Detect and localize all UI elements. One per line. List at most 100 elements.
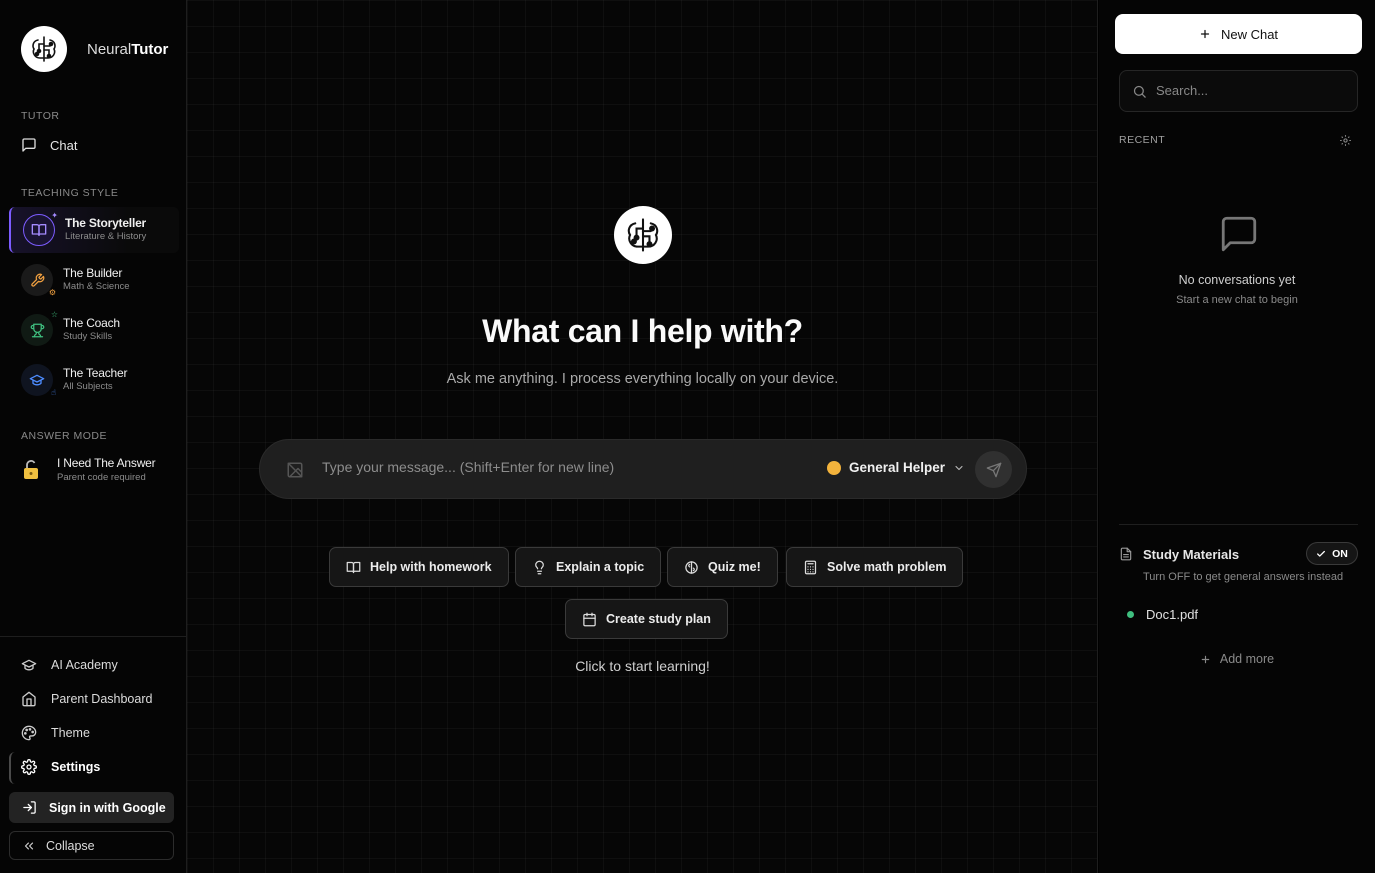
send-button[interactable] (975, 451, 1012, 488)
main-area: What can I help with? Ask me anything. I… (187, 0, 1098, 873)
log-in-icon (23, 801, 36, 814)
search-box (1119, 70, 1358, 112)
study-materials-title: Study Materials (1119, 546, 1239, 562)
recent-label: RECENT (1119, 134, 1166, 146)
sidebar-item-label: Parent Dashboard (51, 692, 153, 706)
message-square-icon (1221, 216, 1257, 252)
add-more-button[interactable]: Add more (1099, 652, 1375, 666)
gear-icon (21, 759, 37, 775)
brand[interactable]: NeuralTutor (21, 26, 168, 72)
message-composer: General Helper (259, 439, 1027, 499)
left-sidebar: NeuralTutor TUTOR Chat TEACHING STYLE ✦ … (0, 0, 187, 873)
plus-icon (1200, 29, 1210, 39)
calendar-icon (583, 612, 596, 626)
style-subtitle: Literature & History (65, 231, 147, 243)
unlock-icon (24, 460, 38, 480)
helper-select-value: General Helper (849, 460, 946, 475)
page-title: What can I help with? (482, 313, 803, 349)
send-icon (986, 462, 1001, 477)
answer-mode-subtitle: Parent code required (57, 471, 146, 483)
empty-state-title: No conversations yet (1178, 273, 1296, 287)
right-panel: New Chat RECENT No conversations yet Sta… (1099, 0, 1375, 873)
home-icon (22, 691, 36, 707)
add-more-label: Add more (1219, 652, 1275, 666)
image-off-icon[interactable] (286, 461, 304, 479)
wrench-icon: ⚙ (21, 264, 56, 297)
study-materials-subtitle: Turn OFF to get general answers instead (1143, 571, 1344, 583)
style-title: The Coach (63, 315, 120, 330)
suggestion-quiz-me-button[interactable]: Quiz me! (667, 547, 778, 587)
search-icon (1133, 85, 1146, 98)
palette-icon (21, 725, 37, 741)
empty-state-subtitle: Start a new chat to begin (1176, 294, 1298, 306)
book-icon: ✦ (23, 211, 58, 246)
search-input[interactable] (1156, 83, 1346, 98)
sign-in-google-button[interactable]: Sign in with Google (9, 792, 174, 823)
gear-icon[interactable] (1339, 134, 1352, 147)
answer-mode-item[interactable]: I Need The Answer Parent code required (21, 456, 156, 484)
style-title: The Teacher (63, 365, 128, 380)
sidebar-item-settings[interactable]: Settings (21, 759, 100, 775)
trophy-icon: ☆ (21, 310, 58, 346)
brand-name: NeuralTutor (87, 41, 168, 58)
sidebar-item-ai-academy[interactable]: AI Academy (21, 657, 118, 673)
style-item-builder[interactable]: ⚙ The Builder Math & Science (9, 257, 179, 303)
suggestion-explain-topic-button[interactable]: Explain a topic (515, 547, 662, 587)
collapse-button[interactable]: Collapse (9, 831, 174, 860)
new-chat-button[interactable]: New Chat (1115, 14, 1362, 54)
panel-divider (1119, 524, 1358, 525)
sidebar-item-label: AI Academy (51, 658, 118, 672)
teaching-style-section-label: TEACHING STYLE (21, 187, 119, 199)
graduation-cap-icon: ☝ (21, 364, 56, 397)
new-chat-label: New Chat (1220, 26, 1279, 42)
chip-label: Quiz me! (708, 560, 761, 574)
collapse-label: Collapse (46, 838, 95, 853)
sidebar-divider (0, 636, 187, 637)
brain-icon (685, 560, 698, 574)
check-icon (1317, 550, 1326, 557)
chevron-down-icon (955, 465, 963, 470)
suggestion-study-plan-button[interactable]: Create study plan (565, 599, 728, 639)
sidebar-item-parent-dashboard[interactable]: Parent Dashboard (21, 691, 152, 707)
suggestion-solve-math-button[interactable]: Solve math problem (786, 547, 964, 587)
chevrons-left-icon (24, 842, 34, 849)
brand-name-bold: Tutor (131, 40, 169, 58)
gear-badge-icon: ⚙ (48, 288, 56, 297)
chip-label: Solve math problem (827, 560, 947, 574)
chip-label: Explain a topic (556, 560, 645, 574)
pointer-hand-icon: ☝ (51, 388, 56, 397)
answer-mode-section-label: ANSWER MODE (21, 430, 108, 442)
chip-label: Create study plan (606, 612, 711, 626)
sidebar-item-label: Theme (51, 726, 90, 740)
style-title: The Builder (63, 265, 123, 280)
study-materials-toggle[interactable]: ON (1306, 542, 1358, 565)
helper-select[interactable]: General Helper (827, 460, 965, 475)
style-item-teacher[interactable]: ☝ The Teacher All Subjects (9, 357, 179, 403)
plus-icon (1201, 655, 1210, 663)
sidebar-item-chat[interactable]: Chat (21, 137, 77, 153)
style-item-storyteller[interactable]: ✦ The Storyteller Literature & History (9, 207, 179, 253)
suggestion-help-homework-button[interactable]: Help with homework (329, 547, 509, 587)
sidebar-item-label: Settings (51, 760, 101, 774)
toggle-label: ON (1332, 547, 1348, 560)
style-subtitle: All Subjects (63, 381, 113, 393)
start-learning-hint: Click to start learning! (575, 658, 710, 674)
document-item[interactable]: Doc1.pdf (1127, 607, 1198, 622)
sidebar-item-label: Chat (50, 137, 78, 153)
style-item-coach[interactable]: ☆ The Coach Study Skills (9, 307, 179, 353)
hugging-face-emoji-icon (827, 460, 841, 475)
tutor-section-label: TUTOR (21, 110, 60, 122)
style-subtitle: Study Skills (63, 331, 113, 343)
style-title: The Storyteller (65, 215, 147, 230)
star-icon: ☆ (50, 310, 58, 319)
page-subtitle: Ask me anything. I process everything lo… (446, 371, 839, 387)
file-text-icon (1120, 547, 1132, 561)
message-input[interactable] (322, 459, 792, 475)
document-name: Doc1.pdf (1146, 607, 1199, 622)
sidebar-item-theme[interactable]: Theme (21, 725, 90, 741)
message-square-icon (22, 138, 36, 152)
brain-logo-icon (21, 26, 67, 72)
sign-in-label: Sign in with Google (49, 800, 166, 815)
book-icon (346, 561, 361, 573)
brain-logo-icon (614, 206, 672, 264)
